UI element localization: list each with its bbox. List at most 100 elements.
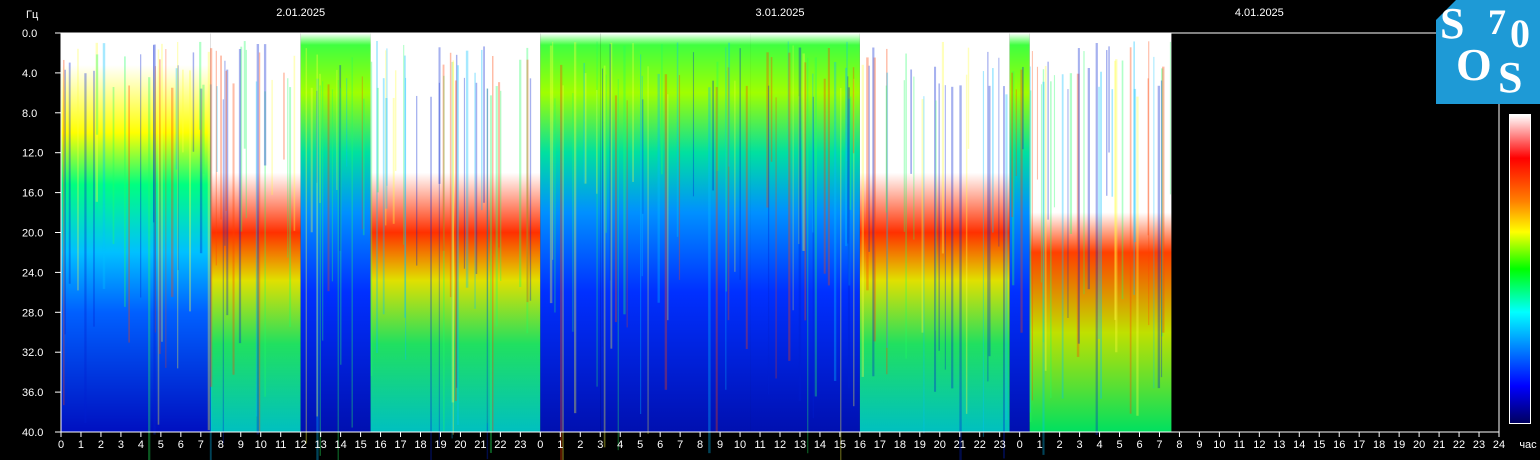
spectrogram-streak — [1087, 67, 1090, 290]
spectrogram-streak — [438, 82, 440, 447]
x-tick-label: 10 — [734, 439, 746, 451]
spectrogram-streak — [1061, 74, 1064, 399]
spectrogram-streak — [293, 55, 296, 231]
spectrogram-streak — [140, 54, 142, 298]
spectrogram-streak — [988, 85, 991, 357]
plot-area — [61, 33, 1499, 460]
spectrogram-streak — [849, 96, 852, 210]
spectrogram-streak — [271, 79, 273, 196]
x-tick-label: 5 — [1116, 439, 1122, 451]
spectrogram-streak — [1160, 80, 1163, 378]
spectrogram-streak — [340, 87, 342, 365]
spectrogram-streak — [692, 52, 695, 197]
spectrogram-streak — [583, 62, 585, 183]
spectrogram-streak — [161, 43, 163, 342]
spectrogram-streak — [554, 98, 556, 313]
x-tick-label: 6 — [657, 439, 663, 451]
spectrogram-streak — [394, 70, 397, 171]
spectrogram-streak — [1083, 51, 1085, 295]
spectrogram-streak — [222, 99, 224, 444]
x-tick-label: 13 — [315, 439, 327, 451]
spectrogram-streak — [1108, 46, 1110, 153]
spectrogram-streak — [641, 75, 643, 277]
spectrogram-streak — [852, 67, 855, 154]
spectrogram-streak — [812, 73, 814, 233]
date-label: 2.01.2025 — [276, 7, 325, 19]
spectrogram-streak — [529, 78, 532, 301]
spectrogram-streak — [287, 78, 289, 258]
spectrogram-streak — [489, 95, 492, 453]
x-tick-label: 11 — [275, 439, 286, 451]
x-tick-label: 15 — [1313, 439, 1325, 451]
spectrogram-streak — [923, 96, 925, 434]
x-tick-label: 10 — [255, 439, 267, 451]
spectrogram-streak — [833, 62, 837, 381]
spectrogram-streak — [500, 90, 502, 281]
spectrogram-streak — [1036, 66, 1039, 180]
spectrogram-segment — [61, 33, 211, 432]
x-tick-label: 12 — [1253, 439, 1265, 451]
spectrogram-streak — [549, 45, 553, 304]
x-tick-label: 19 — [434, 439, 446, 451]
spectrogram-streak — [866, 57, 869, 291]
x-tick-label: 2 — [98, 439, 104, 451]
spectrogram-streak — [868, 65, 870, 252]
spectrogram-streak — [1129, 47, 1132, 414]
spectrogram-streak — [153, 44, 156, 435]
spectrogram-streak — [804, 62, 807, 321]
spectrogram-streak — [327, 84, 330, 292]
spectrogram-segment — [420, 33, 541, 432]
x-tick-label: 1 — [78, 439, 84, 451]
spectrogram-streak — [982, 71, 985, 437]
x-tick-label: 24 — [1493, 439, 1505, 451]
x-tick-label: 17 — [1353, 439, 1365, 451]
spectrogram-streak — [77, 48, 79, 291]
spectrogram-streak — [232, 83, 235, 375]
spectrogram-streak — [935, 100, 937, 331]
x-tick-label: 7 — [198, 439, 204, 451]
spectrogram-streak — [1050, 81, 1052, 399]
spectrogram-streak — [603, 65, 606, 448]
spectrogram-streak — [725, 70, 727, 292]
x-tick-label: 20 — [934, 439, 946, 451]
spectrogram-streak — [1077, 48, 1080, 344]
spectrogram-streak — [451, 61, 455, 403]
spectrogram-segment — [540, 33, 601, 432]
spectrogram-streak — [128, 85, 130, 343]
spectrogram-streak — [64, 69, 66, 335]
spectrogram-streak — [775, 97, 777, 379]
spectrogram-streak — [657, 73, 660, 303]
y-tick-label: 40.0 — [22, 427, 43, 439]
x-tick-label: 22 — [1453, 439, 1465, 451]
x-tick-label: 4 — [138, 439, 144, 451]
spectrogram-streak — [215, 50, 217, 266]
y-tick-label: 4.0 — [22, 68, 37, 80]
spectrogram-streak — [416, 95, 418, 266]
spectrogram-streak — [498, 82, 501, 248]
spectrogram-streak — [734, 80, 736, 272]
x-tick-label: 7 — [1156, 439, 1162, 451]
spectrogram-streak — [102, 43, 106, 289]
spectrogram-streak — [245, 49, 247, 219]
spectrogram-streak — [574, 42, 577, 414]
x-tick-label: 23 — [994, 439, 1006, 451]
spectrogram-streak — [519, 59, 522, 287]
spectrogram-streak — [941, 41, 945, 254]
spectrogram-streak — [788, 52, 791, 361]
spectrogram-streak — [1053, 75, 1056, 208]
x-tick-label: 23 — [1473, 439, 1485, 451]
spectrogram-streak — [1169, 41, 1171, 195]
spectrogram-streak — [112, 87, 115, 245]
spectrogram-streak — [745, 85, 748, 350]
x-tick-label: 1 — [1037, 439, 1043, 451]
spectrogram-streak — [1106, 50, 1108, 196]
spectrogram-streak — [430, 96, 432, 460]
spectrogram-streak — [1047, 61, 1049, 220]
spectrogram-streak — [157, 49, 160, 425]
spectrogram-streak — [1005, 94, 1008, 420]
spectrogram-streak — [739, 48, 741, 280]
spectrogram-streak — [492, 55, 494, 432]
spectrogram-streak — [263, 44, 267, 166]
spectrogram-streak — [676, 42, 679, 237]
spectrogram-streak — [258, 52, 261, 432]
